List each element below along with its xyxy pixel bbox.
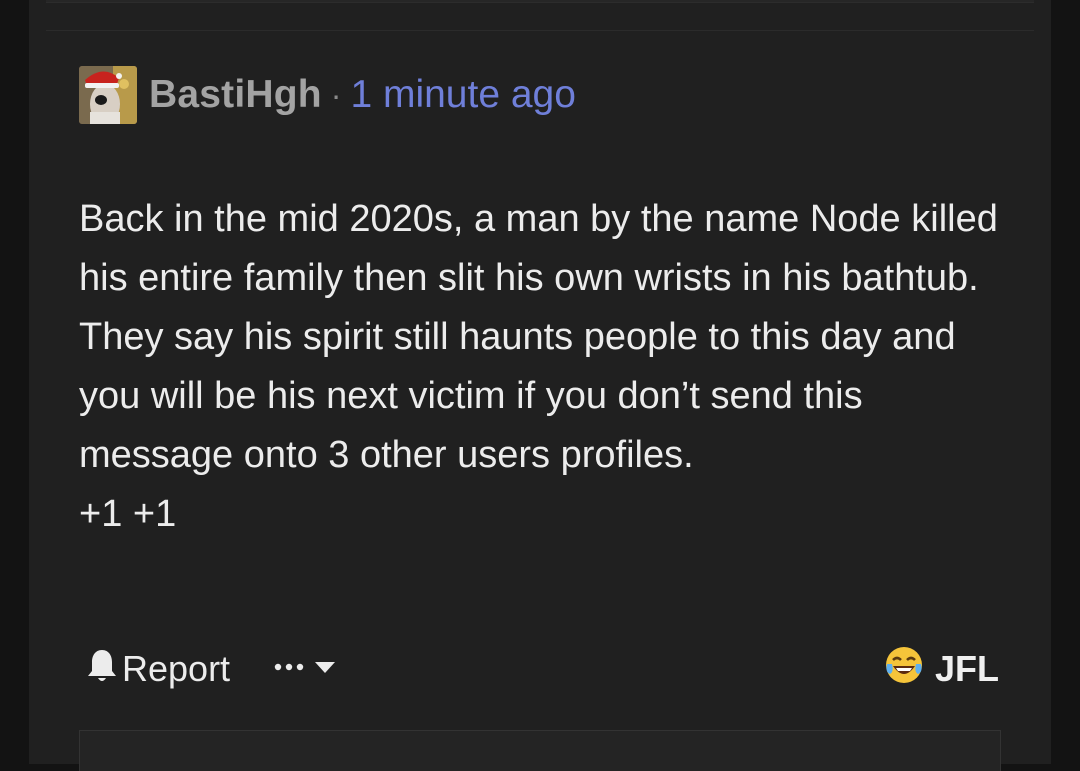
- report-button[interactable]: Report: [86, 647, 230, 692]
- ellipsis-icon: [274, 660, 308, 678]
- comment-text: Back in the mid 2020s, a man by the name…: [79, 198, 998, 476]
- comment-body: Back in the mid 2020s, a man by the name…: [79, 190, 1019, 544]
- caret-down-icon: [314, 660, 336, 679]
- comment-actions: Report: [86, 646, 336, 692]
- comment-header: BastiHgh · 1 minute ago: [79, 66, 576, 124]
- crying-laughing-emoji-icon: [883, 644, 925, 695]
- reaction-button[interactable]: JFL: [883, 646, 999, 692]
- separator-dot: ·: [330, 76, 342, 113]
- comment-divider: [46, 30, 1034, 31]
- username[interactable]: BastiHgh: [149, 73, 322, 117]
- comment-text-votes: +1 +1: [79, 493, 177, 535]
- timestamp[interactable]: 1 minute ago: [350, 73, 576, 117]
- reaction-label: JFL: [934, 648, 999, 689]
- previous-comment-edge: [46, 0, 1034, 3]
- reply-box[interactable]: [79, 730, 1001, 771]
- bell-icon: [86, 647, 122, 692]
- avatar[interactable]: [79, 66, 137, 124]
- report-label: Report: [122, 648, 231, 689]
- more-options-button[interactable]: [274, 660, 336, 679]
